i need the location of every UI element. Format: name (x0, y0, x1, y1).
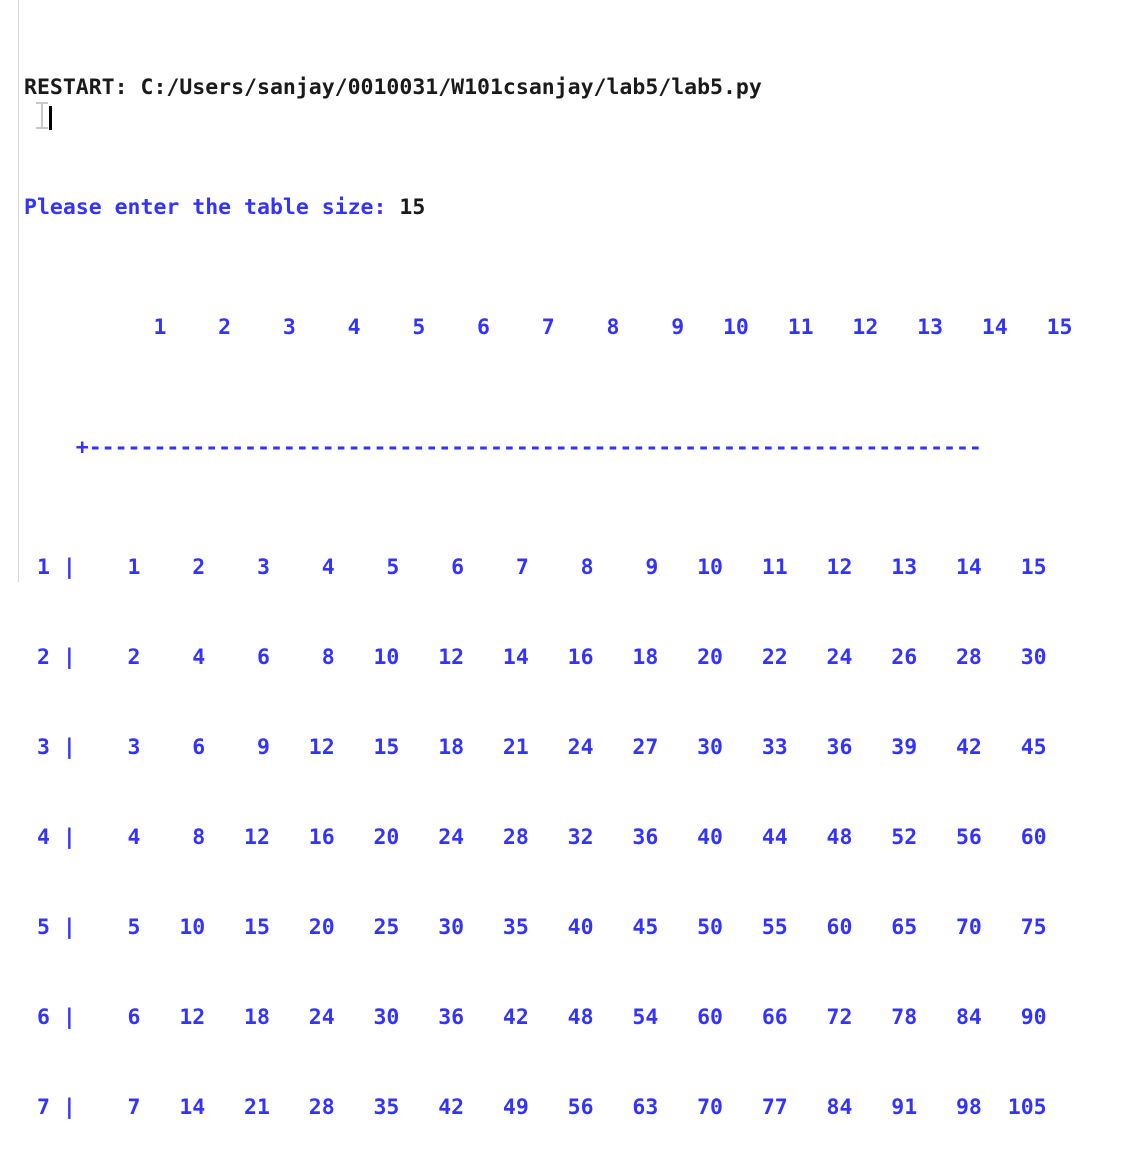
left-gutter-rule (18, 0, 19, 582)
table-row: 2 | 2 4 6 8 10 12 14 16 18 20 22 24 26 2… (24, 645, 1047, 670)
table-row: 4 | 4 8 12 16 20 24 28 32 36 40 44 48 52… (24, 825, 1047, 850)
table-column-header-row: 1 2 3 4 5 6 7 8 9 10 11 12 13 14 15 (24, 315, 1073, 340)
table-size-input-value[interactable]: 15 (399, 195, 425, 220)
table-separator-rule: +---------------------------------------… (24, 435, 982, 460)
input-prompt-label: Please enter the table size: (24, 195, 400, 220)
input-prompt-line: Please enter the table size: 15 (24, 193, 1132, 223)
idle-shell-window[interactable]: RESTART: C:/Users/sanjay/0010031/W101csa… (0, 0, 1132, 1120)
restart-banner-line: RESTART: C:/Users/sanjay/0010031/W101csa… (24, 75, 762, 100)
table-row: 1 | 1 2 3 4 5 6 7 8 9 10 11 12 13 14 15 (24, 555, 1047, 580)
table-row: 7 | 7 14 21 28 35 42 49 56 63 70 77 84 9… (24, 1095, 1047, 1120)
text-caret (49, 106, 52, 130)
shell-output-text[interactable]: RESTART: C:/Users/sanjay/0010031/W101csa… (24, 0, 1132, 1164)
table-row: 3 | 3 6 9 12 15 18 21 24 27 30 33 36 39 … (24, 735, 1047, 760)
table-row: 6 | 6 12 18 24 30 36 42 48 54 60 66 72 7… (24, 1005, 1047, 1030)
table-row: 5 | 5 10 15 20 25 30 35 40 45 50 55 60 6… (24, 915, 1047, 940)
